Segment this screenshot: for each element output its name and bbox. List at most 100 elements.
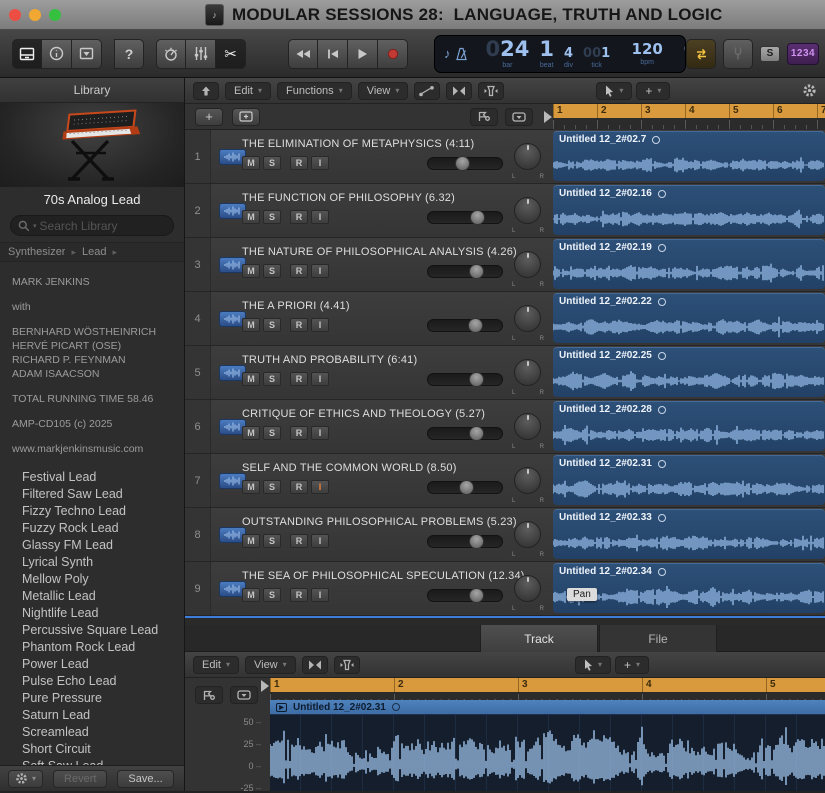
solo-button[interactable]: S — [263, 318, 281, 332]
track-name[interactable]: THE NATURE OF PHILOSOPHICAL ANALYSIS (4.… — [242, 246, 517, 258]
editor-region-header[interactable]: ▶ Untitled 12_2#02.31 — [270, 700, 825, 715]
pan-knob[interactable]: L R — [514, 467, 541, 494]
volume-slider[interactable] — [427, 157, 503, 170]
cycle-range-band[interactable]: 12345 — [270, 678, 825, 692]
volume-slider-knob[interactable] — [469, 534, 484, 549]
count-in-button[interactable]: 1234 — [787, 43, 819, 65]
cycle-button[interactable] — [686, 39, 716, 69]
lcd-display[interactable]: ♪ 024 bar 1 beat 4 div 001 t — [434, 35, 686, 73]
master-solo-button[interactable]: S — [760, 46, 780, 62]
track-row[interactable]: 1 THE ELIMINATION OF METAPHYSICS (4:11) … — [185, 130, 825, 184]
library-list-item[interactable]: Screamlead — [22, 724, 184, 741]
region-loop-icon[interactable] — [658, 244, 666, 252]
pan-knob[interactable]: L R — [514, 413, 541, 440]
audio-region[interactable]: Untitled 12_2#02.33 — [553, 509, 825, 559]
editor-crosshair-tool-menu[interactable]: + ▾ — [615, 656, 649, 674]
track-settings-gear-button[interactable] — [802, 83, 817, 98]
track-zoom-collapse-button[interactable] — [505, 108, 533, 126]
add-track-button[interactable]: + — [195, 108, 223, 126]
track-row[interactable]: 7 SELF AND THE COMMON WORLD (8.50) M S R… — [185, 454, 825, 508]
editor-waveform-area[interactable] — [270, 715, 825, 791]
region-loop-icon[interactable] — [658, 352, 666, 360]
mute-button[interactable]: M — [242, 156, 260, 170]
mute-button[interactable]: M — [242, 264, 260, 278]
library-list-item[interactable]: Pulse Echo Lead — [22, 673, 184, 690]
editor-edit-menu[interactable]: Edit▾ — [193, 656, 239, 674]
volume-slider-knob[interactable] — [455, 156, 470, 171]
input-monitoring-button[interactable]: I — [311, 588, 329, 602]
audio-region[interactable]: Untitled 12_2#02.19 — [553, 239, 825, 289]
track-name[interactable]: CRITIQUE OF ETHICS AND THEOLOGY (5.27) — [242, 408, 485, 420]
solo-button[interactable]: S — [263, 480, 281, 494]
playhead-marker[interactable] — [544, 111, 552, 123]
solo-button[interactable]: S — [263, 372, 281, 386]
rewind-button[interactable] — [288, 39, 318, 69]
pan-knob[interactable]: L R — [514, 521, 541, 548]
record-button[interactable] — [378, 39, 408, 69]
library-list-item[interactable]: Glassy FM Lead — [22, 537, 184, 554]
editor-catch-button[interactable] — [334, 656, 360, 674]
record-enable-button[interactable]: R — [290, 534, 308, 548]
region-play-icon[interactable]: ▶ — [276, 703, 287, 712]
inspector-button[interactable] — [42, 39, 72, 69]
region-loop-icon[interactable] — [658, 568, 666, 576]
region-loop-icon[interactable] — [658, 190, 666, 198]
editors-button[interactable]: ✂ — [216, 39, 246, 69]
volume-slider[interactable] — [427, 427, 503, 440]
volume-slider-knob[interactable] — [469, 372, 484, 387]
region-loop-icon[interactable] — [658, 460, 666, 468]
mute-button[interactable]: M — [242, 318, 260, 332]
track-name[interactable]: TRUTH AND PROBABILITY (6:41) — [242, 354, 417, 366]
close-button[interactable] — [9, 9, 21, 21]
breadcrumb-level2[interactable]: Lead — [82, 246, 106, 258]
audio-region[interactable]: Untitled 12_2#02.28 — [553, 401, 825, 451]
mixer-button[interactable] — [186, 39, 216, 69]
library-list-item[interactable]: Nightlife Lead — [22, 605, 184, 622]
mute-button[interactable]: M — [242, 534, 260, 548]
library-toggle-button[interactable] — [12, 39, 42, 69]
volume-slider[interactable] — [427, 535, 503, 548]
track-name[interactable]: OUTSTANDING PHILOSOPHICAL PROBLEMS (5.23… — [242, 516, 517, 528]
library-list-item[interactable]: Mellow Poly — [22, 571, 184, 588]
pan-knob[interactable]: L R — [514, 251, 541, 278]
automation-button[interactable] — [414, 82, 440, 100]
editor-flag-button[interactable] — [195, 686, 223, 704]
volume-slider-knob[interactable] — [469, 426, 484, 441]
library-list-item[interactable]: Filtered Saw Lead — [22, 486, 184, 503]
volume-slider[interactable] — [427, 589, 503, 602]
record-enable-button[interactable]: R — [290, 156, 308, 170]
save-button[interactable]: Save... — [117, 770, 173, 788]
zoom-button[interactable] — [49, 9, 61, 21]
audio-region[interactable]: Untitled 12_2#02.34 Pan — [553, 563, 825, 613]
search-input[interactable] — [40, 219, 160, 233]
library-list-item[interactable]: Metallic Lead — [22, 588, 184, 605]
bar-ruler[interactable]: 1234567 — [553, 104, 825, 130]
editor-playhead-marker[interactable] — [261, 680, 269, 692]
edit-menu[interactable]: Edit▾ — [225, 82, 271, 100]
track-name[interactable]: SELF AND THE COMMON WORLD (8.50) — [242, 462, 457, 474]
library-action-menu-button[interactable]: ▾ — [8, 770, 43, 788]
solo-button[interactable]: S — [263, 534, 281, 548]
minimize-button[interactable] — [29, 9, 41, 21]
search-filter-chevron[interactable]: ▾ — [33, 222, 37, 230]
solo-button[interactable]: S — [263, 210, 281, 224]
audio-region[interactable]: Untitled 12_2#02.7 — [553, 131, 825, 181]
command-click-tool-menu[interactable]: + ▾ — [636, 82, 670, 100]
solo-button[interactable]: S — [263, 264, 281, 278]
loop-browser-button[interactable] — [72, 39, 102, 69]
input-monitoring-button[interactable]: I — [311, 426, 329, 440]
mute-button[interactable]: M — [242, 588, 260, 602]
pan-knob[interactable]: L R — [514, 143, 541, 170]
input-monitoring-button[interactable]: I — [311, 534, 329, 548]
input-monitoring-button[interactable]: I — [311, 264, 329, 278]
region-loop-icon[interactable] — [658, 406, 666, 414]
volume-slider[interactable] — [427, 481, 503, 494]
go-to-beginning-button[interactable] — [318, 39, 348, 69]
region-loop-icon[interactable] — [658, 298, 666, 306]
track-row[interactable]: 9 THE SEA OF PHILOSOPHICAL SPECULATION (… — [185, 562, 825, 616]
record-enable-button[interactable]: R — [290, 480, 308, 494]
library-list-item[interactable]: Percussive Square Lead — [22, 622, 184, 639]
record-enable-button[interactable]: R — [290, 372, 308, 386]
volume-slider-knob[interactable] — [470, 210, 485, 225]
track-name[interactable]: THE A PRIORI (4.41) — [242, 300, 350, 312]
